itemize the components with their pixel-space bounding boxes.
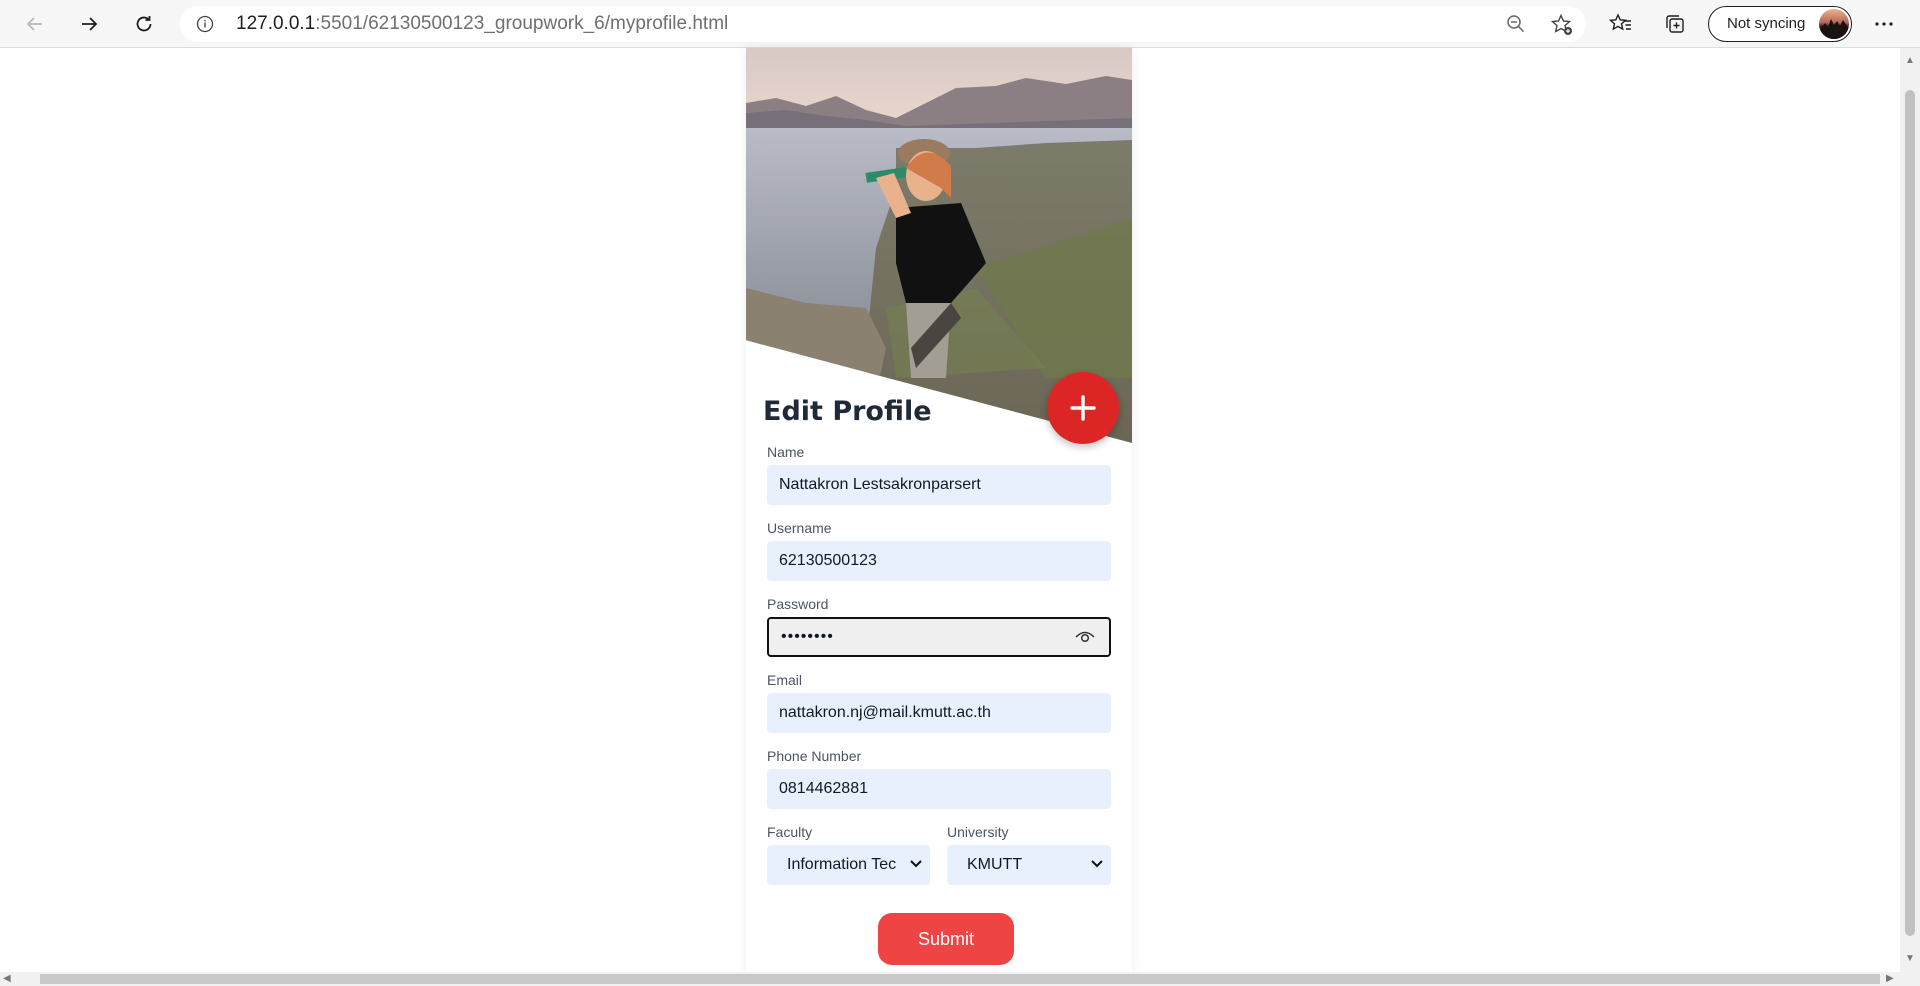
email-input[interactable]: nattakron.nj@mail.kmutt.ac.th: [767, 693, 1111, 733]
add-favorite-icon[interactable]: [1550, 13, 1574, 37]
faculty-label: Faculty: [767, 824, 813, 840]
faculty-value: Information Tec: [787, 856, 897, 873]
vertical-scrollbar[interactable]: ▲ ▼: [1900, 48, 1920, 972]
username-label: Username: [767, 520, 832, 536]
favorites-button[interactable]: [1603, 6, 1639, 42]
back-arrow-icon: [26, 17, 42, 31]
avatar: [1819, 9, 1849, 39]
url-text[interactable]: 127.0.0.1:5501/62130500123_groupwork_6/m…: [236, 6, 728, 42]
name-label: Name: [767, 444, 805, 460]
url-path: :5501/62130500123_groupwork_6/myprofile.…: [315, 13, 729, 34]
avatar-silhouette-icon: [1819, 19, 1849, 39]
password-label: Password: [767, 596, 829, 612]
username-input[interactable]: 62130500123: [767, 541, 1111, 581]
phone-input[interactable]: 0814462881: [767, 769, 1111, 809]
add-photo-button[interactable]: [1047, 372, 1119, 444]
scroll-up-icon[interactable]: ▲: [1905, 54, 1915, 68]
chevron-down-icon: [1091, 859, 1103, 869]
university-select[interactable]: KMUTT: [947, 845, 1111, 885]
zoom-out-icon[interactable]: [1505, 13, 1527, 35]
url-host: 127.0.0.1: [236, 13, 316, 34]
sync-label: Not syncing: [1727, 15, 1806, 32]
horizontal-scrollbar[interactable]: ◀ ▶: [0, 972, 1920, 986]
chevron-down-icon: [910, 859, 922, 869]
address-bar[interactable]: 127.0.0.1:5501/62130500123_groupwork_6/m…: [180, 6, 1586, 42]
email-label: Email: [767, 672, 803, 688]
collections-icon: [1666, 15, 1684, 33]
scroll-right-icon[interactable]: ▶: [1886, 972, 1894, 986]
show-password-icon[interactable]: [1075, 628, 1095, 644]
refresh-button[interactable]: [126, 6, 162, 42]
page-title: Edit Profile: [763, 396, 932, 427]
scroll-down-icon[interactable]: ▼: [1905, 952, 1915, 966]
browser-toolbar: 127.0.0.1:5501/62130500123_groupwork_6/m…: [0, 0, 1920, 48]
collections-button[interactable]: [1657, 6, 1693, 42]
more-icon: [1875, 22, 1893, 26]
favorites-icon: [1609, 13, 1631, 31]
password-value: ••••••••: [781, 628, 834, 645]
settings-menu-button[interactable]: [1866, 6, 1902, 42]
back-button[interactable]: [17, 6, 53, 42]
university-label: University: [947, 824, 1009, 840]
plus-icon: [1070, 395, 1096, 421]
submit-button[interactable]: Submit: [878, 913, 1014, 965]
phone-label: Phone Number: [767, 748, 862, 764]
refresh-icon: [136, 16, 152, 32]
profile-card: Edit Profile Name Nattakron Lestsakronpa…: [746, 48, 1132, 972]
info-icon[interactable]: [196, 15, 214, 33]
forward-button[interactable]: [71, 6, 107, 42]
name-input[interactable]: Nattakron Lestsakronparsert: [767, 465, 1111, 505]
horizontal-scroll-thumb[interactable]: [40, 974, 1880, 984]
scroll-left-icon[interactable]: ◀: [3, 972, 11, 986]
university-value: KMUTT: [967, 856, 1023, 873]
forward-arrow-icon: [82, 17, 98, 31]
vertical-scroll-thumb[interactable]: [1905, 90, 1915, 936]
password-input[interactable]: ••••••••: [767, 617, 1111, 657]
faculty-select[interactable]: Information Tec: [767, 845, 930, 885]
profile-sync-button[interactable]: Not syncing: [1708, 6, 1852, 42]
